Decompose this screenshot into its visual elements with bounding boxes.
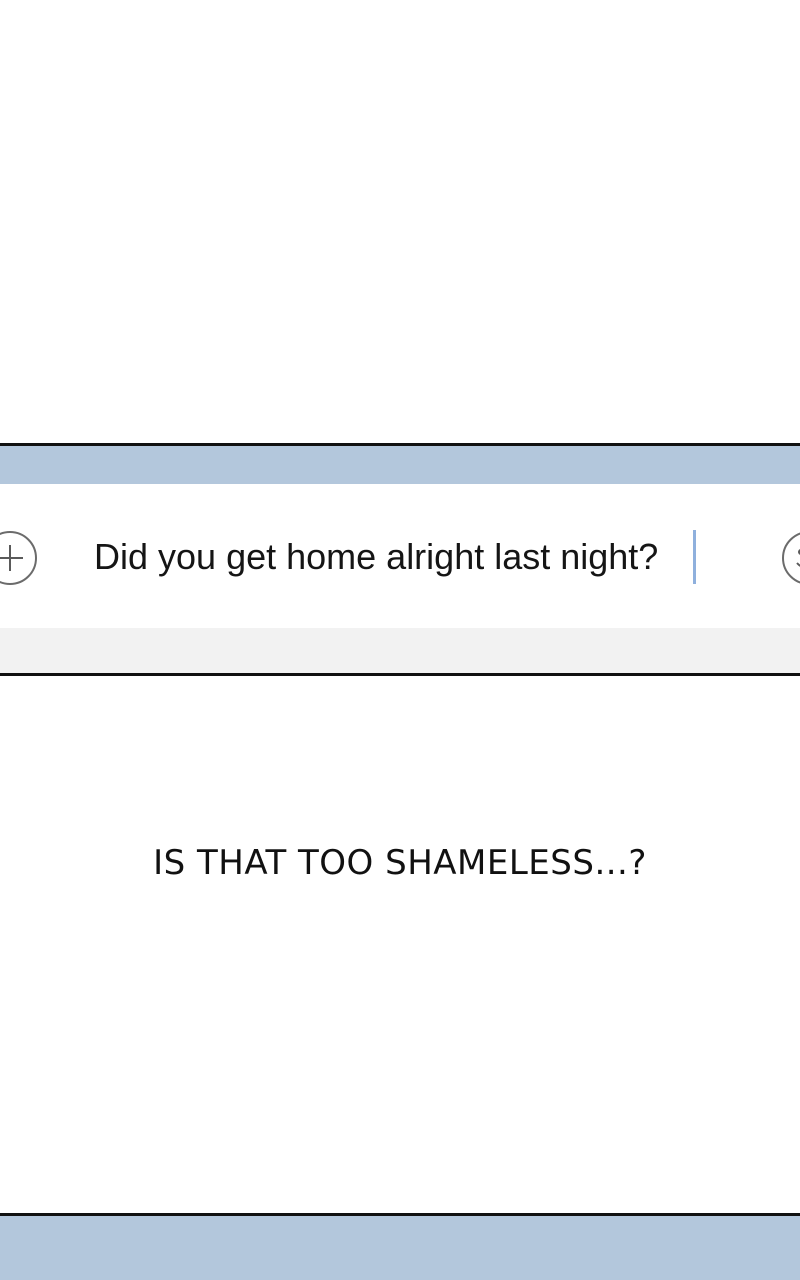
text-caret <box>693 530 696 584</box>
compose-row: Did you get home alright last night? <box>0 484 800 628</box>
next-panel-header-bar <box>0 1213 800 1280</box>
narration-caption: IS THAT TOO SHAMELESS...? <box>153 843 647 883</box>
emoji-button[interactable] <box>782 531 800 585</box>
comic-page: Did you get home alright last night? IS … <box>0 0 800 1280</box>
plus-icon <box>0 545 23 571</box>
panel-footer-bar <box>0 628 800 673</box>
panel-header-bar <box>0 446 800 484</box>
add-attachment-button[interactable] <box>0 531 37 585</box>
message-input[interactable]: Did you get home alright last night? <box>94 532 658 582</box>
emoji-icon <box>796 549 800 567</box>
chat-compose-panel: Did you get home alright last night? <box>0 443 800 676</box>
